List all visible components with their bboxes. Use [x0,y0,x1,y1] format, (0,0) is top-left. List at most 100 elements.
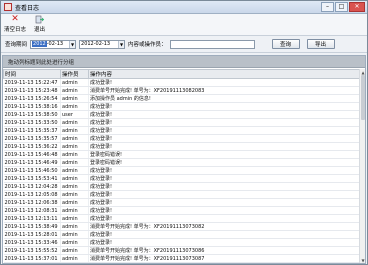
content-cell: 成功登录! [88,126,361,135]
operator-cell: admin [60,246,89,255]
operator-cell: admin [60,254,89,263]
time-cell: 2019-11-13 12:13:11 [3,214,61,223]
content-operator-label: 内容或操作员： [128,42,167,48]
operator-cell: admin [60,166,89,175]
content-cell: 登录密码错误! [88,158,361,167]
column-header-operator[interactable]: 操作员 [60,69,89,79]
group-by-hint: 拖动列标题到此处进行分组 [3,56,365,68]
table-row[interactable]: 2019-11-13 15:33:50 admin 成功登录! [3,118,361,127]
table-row[interactable]: 2019-11-13 12:13:11 admin 成功登录! [3,214,361,223]
table-row[interactable]: 2019-11-13 15:38:50 user 成功登录! [3,110,361,119]
filter-bar: 查询期间 2012 -02-13 ▼ 2012-02-13 ▼ 内容或操作员： 查… [1,36,367,53]
scroll-down-icon[interactable]: ▼ [360,257,365,263]
content-cell: 成功登录! [88,198,361,207]
chevron-down-icon[interactable]: ▼ [69,40,76,48]
operator-cell: admin [60,182,89,191]
time-cell: 2019-11-13 15:23:48 [3,86,61,95]
operator-cell: admin [60,206,89,215]
table-row[interactable]: 2019-11-13 15:38:49 admin 消费单号开始完成! 单号为：XF… [3,222,361,231]
main-window: 查看日志 – □ ✕ ✕ 清空日志 退出 查询期间 2012 -02-13 ▼ 2… [0,0,368,265]
minimize-button[interactable]: – [321,2,334,12]
time-cell: 2019-11-13 15:55:52 [3,246,61,255]
content-cell: 成功登录! [88,182,361,191]
column-header-time[interactable]: 时间 [3,69,61,79]
content-cell: 添加操作员 admin 的信息! [88,94,361,103]
exit-label: 退出 [34,27,46,33]
time-cell: 2019-11-13 15:22:47 [3,78,61,87]
time-cell: 2019-11-13 15:37:01 [3,254,61,263]
content-cell: 消费单号开始完成! 单号为：XF20191113073082 [88,222,361,231]
time-cell: 2019-11-13 15:26:54 [3,94,61,103]
table-row[interactable]: 2019-11-13 15:26:54 admin 添加操作员 admin 的信息! [3,94,361,103]
table-row[interactable]: 2019-11-13 15:55:52 admin 消费单号开始完成! 单号为：XF… [3,246,361,255]
vertical-scrollbar[interactable]: ▲ ▼ [359,69,365,263]
query-button[interactable]: 查询 [271,39,300,49]
time-cell: 2019-11-13 15:53:41 [3,174,61,183]
time-cell: 2019-11-13 15:33:50 [3,118,61,127]
table-row[interactable]: 2019-11-13 15:46:48 admin 登录密码错误! [3,150,361,159]
window-controls: – □ ✕ [321,2,365,12]
content-cell: 消费单号开始完成! 单号为：XF20191113082083 [88,86,361,95]
export-button[interactable]: 导出 [306,39,335,49]
table-row[interactable]: 2019-11-13 15:35:37 admin 成功登录! [3,126,361,135]
title-bar: 查看日志 – □ ✕ [1,1,367,14]
column-header-content[interactable]: 操作内容 [88,69,361,79]
table-row[interactable]: 2019-11-13 15:33:46 admin 成功登录! [3,238,361,247]
table-row[interactable]: 2019-11-13 15:28:01 admin 成功登录! [3,230,361,239]
time-cell: 2019-11-13 15:36:22 [3,142,61,151]
time-cell: 2019-11-13 15:35:37 [3,126,61,135]
table-row[interactable]: 2019-11-13 15:35:57 admin 成功登录! [3,134,361,143]
log-grid: 时间 操作员 操作内容 2019-11-13 15:22:47 admin 成功登录… [3,69,365,263]
close-button[interactable]: ✕ [349,2,365,12]
time-cell: 2019-11-13 15:35:57 [3,134,61,143]
exit-button[interactable]: 退出 [34,14,45,33]
content-cell: 消费单号开始完成! 单号为：XF20191113073086 [88,246,361,255]
clear-log-button[interactable]: ✕ 清空日志 [4,14,26,33]
operator-cell: admin [60,78,89,87]
table-row[interactable]: 2019-11-13 15:36:22 admin 成功登录! [3,142,361,151]
operator-cell: admin [60,134,89,143]
operator-cell: admin [60,222,89,231]
operator-cell: admin [60,198,89,207]
table-row[interactable]: 2019-11-13 15:37:01 admin 消费单号开始完成! 单号为：XF… [3,254,361,263]
time-cell: 2019-11-13 15:38:49 [3,222,61,231]
table-row[interactable]: 2019-11-13 15:22:47 admin 成功登录! [3,78,361,87]
date-from-rest: -02-13 [46,41,64,47]
chevron-down-icon[interactable]: ▼ [118,40,125,48]
time-cell: 2019-11-13 15:38:50 [3,110,61,119]
exit-door-icon [35,14,45,24]
content-cell: 成功登录! [88,238,361,247]
table-row[interactable]: 2019-11-13 15:38:16 admin 成功登录! [3,102,361,111]
time-cell: 2019-11-13 15:46:49 [3,158,61,167]
table-row[interactable]: 2019-11-13 15:46:49 admin 登录密码错误! [3,158,361,167]
date-to-value: 2012-02-13 [81,41,111,47]
window-title: 查看日志 [15,4,40,12]
content-operator-input[interactable] [169,39,255,49]
query-date-label: 查询期间 [5,42,28,48]
table-row[interactable]: 2019-11-13 15:46:50 admin 成功登录! [3,166,361,175]
date-from-picker[interactable]: 2012 -02-13 ▼ [30,39,77,49]
content-cell: 成功登录! [88,214,361,223]
table-row[interactable]: 2019-11-13 12:08:31 admin 成功登录! [3,206,361,215]
time-cell: 2019-11-13 15:46:48 [3,150,61,159]
content-cell: 成功登录! [88,206,361,215]
table-row[interactable]: 2019-11-13 15:23:48 admin 消费单号开始完成! 单号为：XF… [3,86,361,95]
operator-cell: admin [60,190,89,199]
operator-cell: admin [60,238,89,247]
operator-cell: admin [60,230,89,239]
date-to-picker[interactable]: 2012-02-13 ▼ [79,39,126,49]
time-cell: 2019-11-13 15:46:50 [3,166,61,175]
content-cell: 成功登录! [88,174,361,183]
time-cell: 2019-11-13 15:33:46 [3,238,61,247]
maximize-button[interactable]: □ [335,2,348,12]
scroll-thumb[interactable] [361,75,365,120]
table-row[interactable]: 2019-11-13 12:05:08 admin 成功登录! [3,190,361,199]
time-cell: 2019-11-13 12:08:31 [3,206,61,215]
table-row[interactable]: 2019-11-13 15:53:41 admin 成功登录! [3,174,361,183]
content-cell: 成功登录! [88,78,361,87]
operator-cell: admin [60,126,89,135]
content-cell: 成功登录! [88,110,361,119]
operator-cell: admin [60,102,89,111]
table-row[interactable]: 2019-11-13 12:04:28 admin 成功登录! [3,182,361,191]
table-row[interactable]: 2019-11-13 12:06:38 admin 成功登录! [3,198,361,207]
